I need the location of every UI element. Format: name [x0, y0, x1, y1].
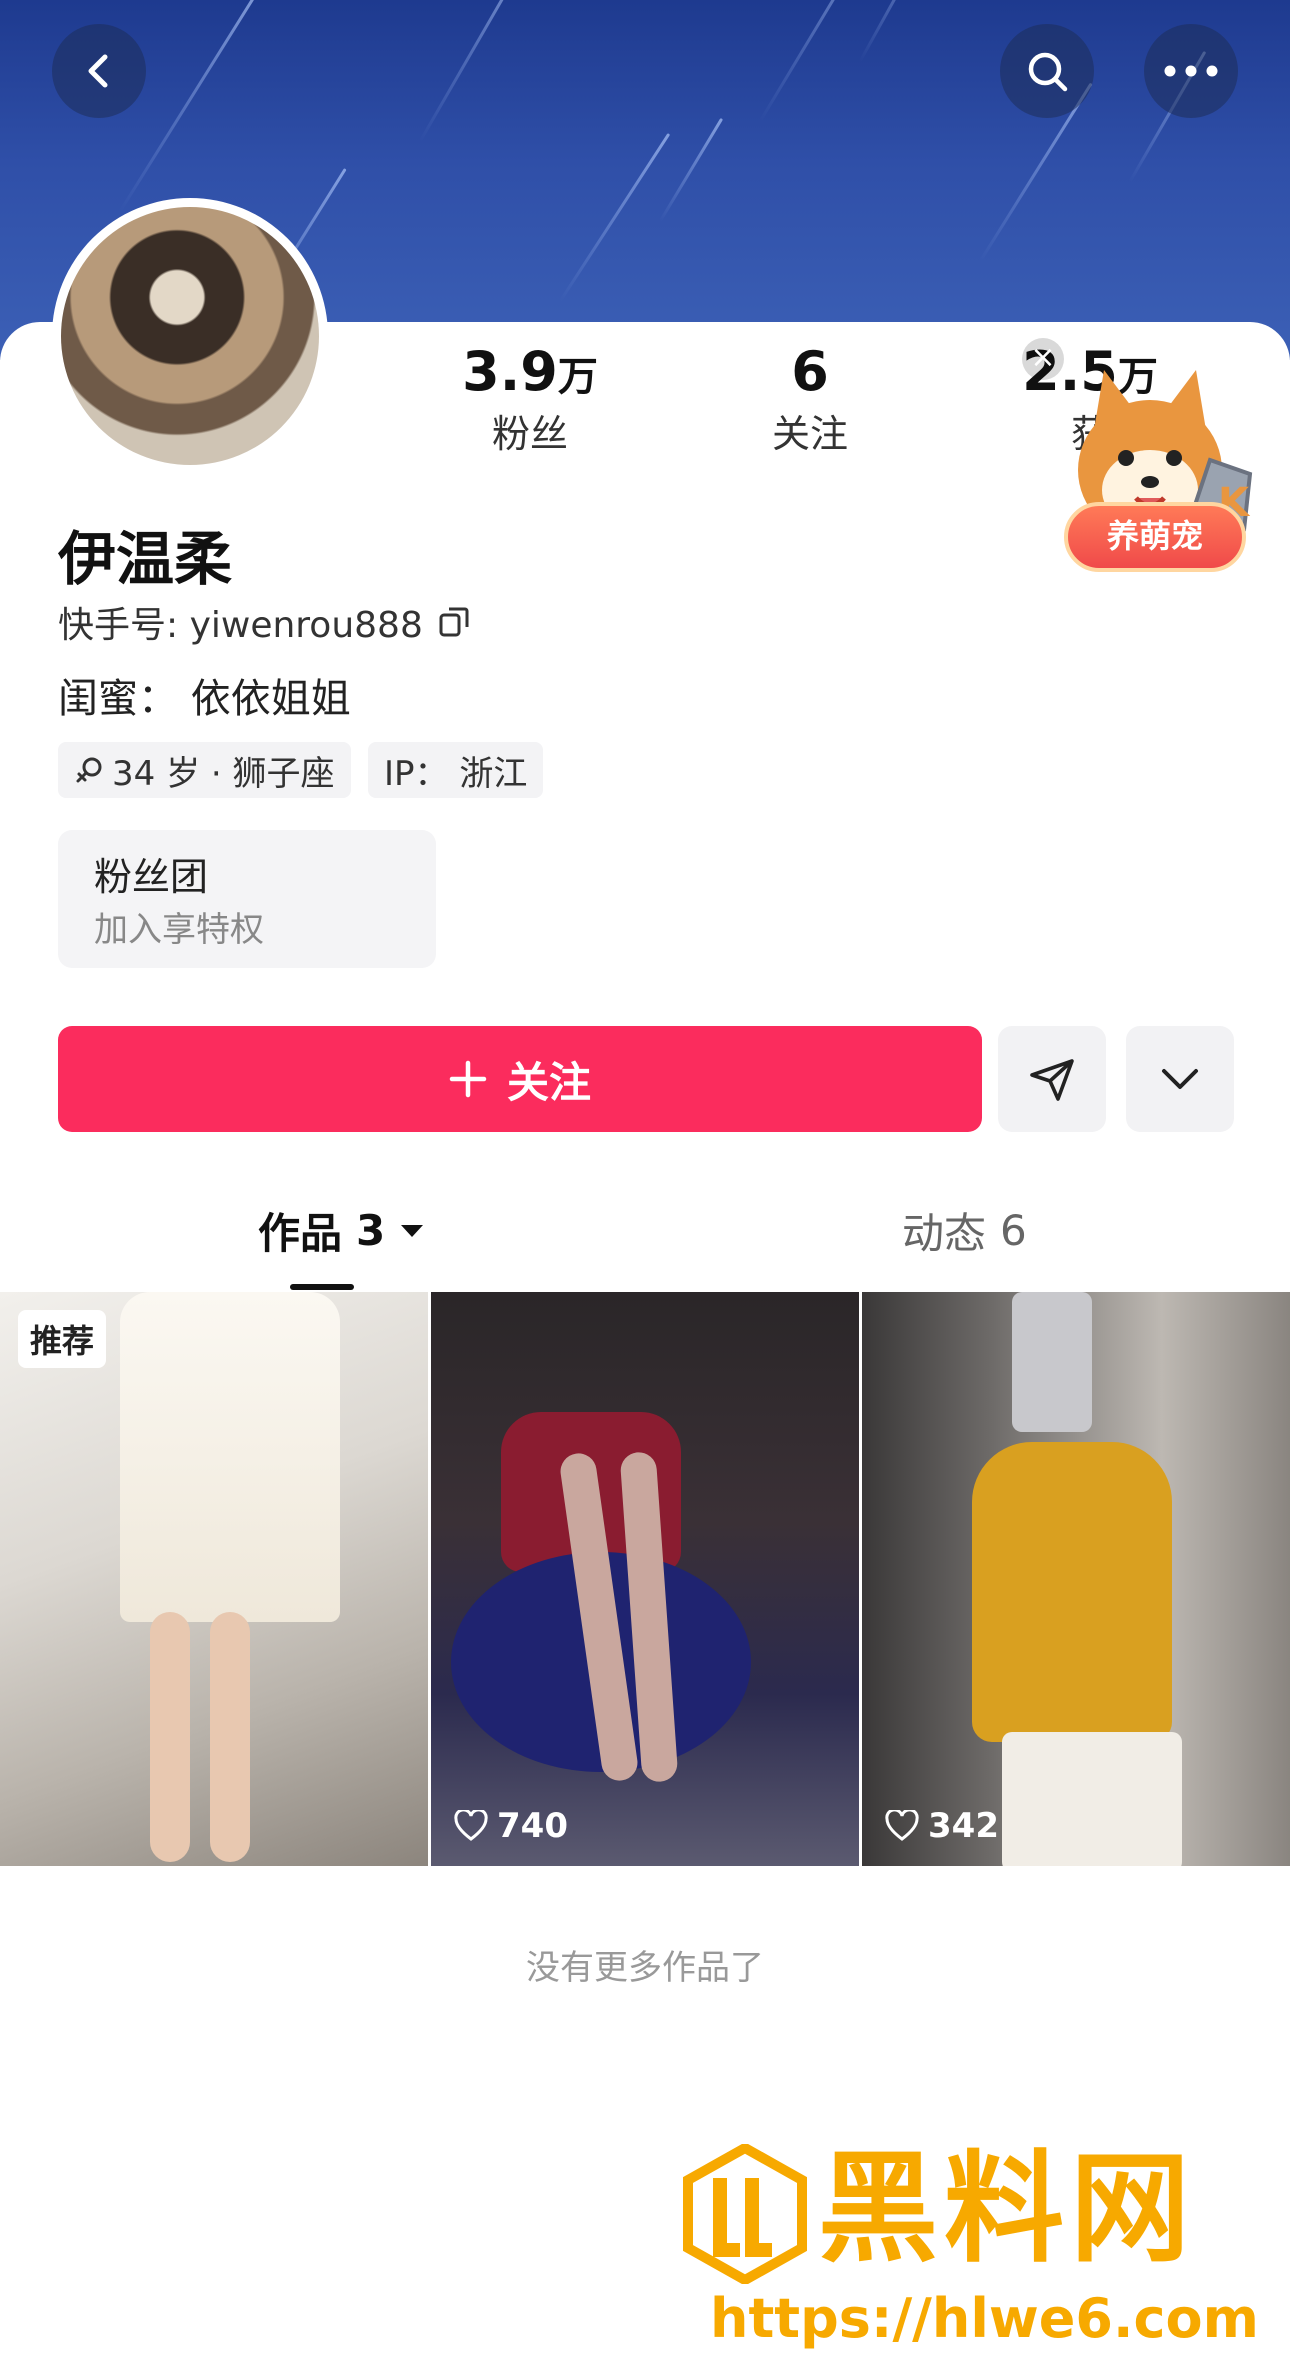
more-button[interactable] — [1144, 24, 1238, 118]
watermark: 黑料网 https://hlwe6.com — [680, 2140, 1280, 2350]
tab-moments[interactable]: 动态 6 — [902, 1200, 1027, 1261]
heart-icon — [885, 1810, 919, 1841]
work-thumbnail[interactable]: 342 — [862, 1292, 1290, 1866]
recommended-badge: 推荐 — [18, 1310, 107, 1368]
fan-club-subtitle: 加入享特权 — [94, 910, 264, 950]
tab-works-label: 作品 — [258, 1209, 343, 1258]
likes-indicator: 740 — [453, 1806, 568, 1846]
stat-following[interactable]: 6 关注 — [740, 340, 880, 459]
fan-club-title: 粉丝团 — [94, 855, 209, 899]
tab-active-indicator — [290, 1284, 354, 1290]
bestie-text[interactable]: 闺蜜： 依依姐姐 — [58, 666, 351, 724]
search-button[interactable] — [1000, 24, 1094, 118]
female-icon — [76, 757, 102, 783]
plus-icon — [449, 1060, 487, 1098]
age-zodiac-text: 34 岁 · 狮子座 — [112, 753, 335, 794]
avatar[interactable] — [52, 198, 328, 474]
stat-fans[interactable]: 3.9万 粉丝 — [440, 340, 620, 459]
tab-moments-count: 6 — [1000, 1206, 1027, 1255]
likes-indicator: 342 — [884, 1806, 999, 1846]
heart-icon — [454, 1810, 488, 1841]
following-label: 关注 — [771, 412, 848, 456]
chevron-left-icon — [88, 54, 108, 88]
follow-button[interactable]: 关注 — [58, 1026, 982, 1132]
watermark-brand: 黑料网 — [818, 2140, 1196, 2279]
fans-label: 粉丝 — [491, 412, 568, 456]
fans-count: 3.9 — [462, 340, 558, 403]
expand-button[interactable] — [1126, 1026, 1234, 1132]
ip-location-text: IP： 浙江 — [384, 753, 528, 794]
more-dots-icon — [1164, 65, 1218, 77]
fan-club-card[interactable]: 粉丝团 加入享特权 — [58, 830, 436, 968]
copy-icon[interactable] — [437, 605, 471, 639]
kuaishou-id: 快手号: yiwenrou888 — [58, 596, 471, 648]
tab-works-count: 3 — [356, 1206, 386, 1255]
kuaishou-id-text: 快手号: yiwenrou888 — [58, 605, 423, 646]
work-thumbnail[interactable]: 740 — [431, 1292, 859, 1866]
work-thumbnail[interactable]: 推荐 — [0, 1292, 428, 1866]
ip-location-tag: IP： 浙江 — [368, 742, 544, 798]
age-zodiac-tag: 34 岁 · 狮子座 — [58, 742, 351, 798]
send-icon — [1030, 1059, 1074, 1101]
tab-moments-label: 动态 — [902, 1209, 987, 1258]
pet-badge[interactable]: 养萌宠 — [1064, 502, 1246, 572]
end-of-list-text: 没有更多作品了 — [526, 1948, 764, 1988]
back-button[interactable] — [52, 24, 146, 118]
caret-down-icon — [401, 1224, 424, 1237]
watermark-logo-icon — [683, 2144, 807, 2284]
tab-works[interactable]: 作品 3 — [258, 1200, 425, 1261]
following-count: 6 — [791, 340, 829, 403]
watermark-url: https://hlwe6.com — [710, 2287, 1259, 2350]
likes-count: 342 — [928, 1806, 999, 1846]
fans-unit: 万 — [557, 354, 598, 400]
pet-close-icon[interactable]: × — [1022, 338, 1064, 380]
search-icon — [1028, 52, 1068, 92]
follow-label: 关注 — [506, 1057, 591, 1107]
profile-name: 伊温柔 — [58, 525, 233, 593]
send-message-button[interactable] — [998, 1026, 1106, 1132]
likes-count: 740 — [497, 1806, 568, 1846]
chevron-down-icon — [1162, 1069, 1198, 1089]
